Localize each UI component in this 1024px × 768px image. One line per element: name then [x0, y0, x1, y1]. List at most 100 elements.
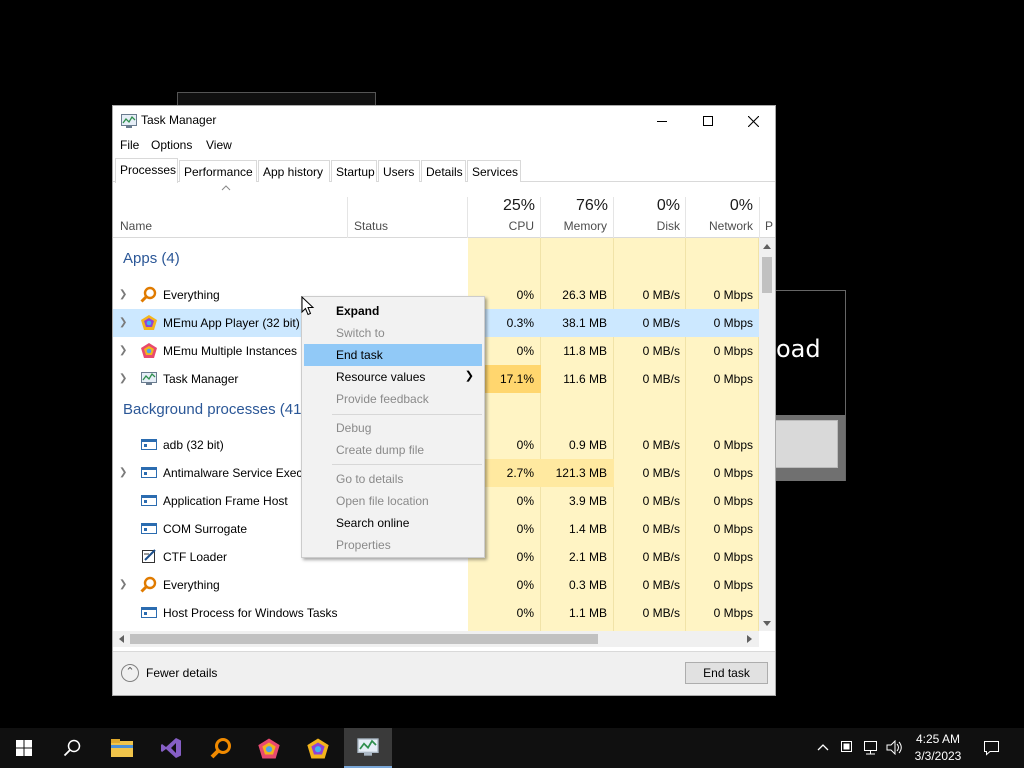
- disk-value: 0 MB/s: [642, 344, 680, 358]
- device-icon[interactable]: [840, 740, 853, 754]
- scroll-down-icon[interactable]: [763, 621, 771, 627]
- background-dialog-button[interactable]: [776, 420, 838, 468]
- menu-item-provide-feedback[interactable]: Provide feedback: [304, 388, 482, 410]
- vertical-scrollbar[interactable]: [759, 238, 775, 631]
- disk-value: 0 MB/s: [642, 316, 680, 330]
- expand-chevron-icon[interactable]: ❯: [119, 467, 127, 478]
- process-name: Antimalware Service Execu: [163, 466, 310, 480]
- menu-item-search-online[interactable]: Search online: [304, 512, 482, 534]
- menu-item-create-dump-file[interactable]: Create dump file: [304, 439, 482, 461]
- cpu-percent[interactable]: 25%: [473, 197, 535, 215]
- memory-value: 1.4 MB: [568, 522, 607, 536]
- tab-users[interactable]: Users: [378, 160, 420, 182]
- background-window-edge: [177, 92, 376, 106]
- tab-processes[interactable]: Processes: [115, 158, 178, 183]
- tab-startup[interactable]: Startup: [331, 160, 377, 182]
- desktop: oad Task Manager File Options View Proce…: [0, 0, 1024, 728]
- column-separator: [540, 197, 541, 238]
- memory-value: 11.6 MB: [563, 372, 607, 386]
- expand-chevron-icon[interactable]: ❯: [119, 579, 127, 590]
- notification-icon[interactable]: [983, 740, 1000, 756]
- column-network[interactable]: Network: [691, 219, 753, 233]
- tab-strip: Processes Performance App history Startu…: [113, 158, 775, 183]
- column-separator: [467, 197, 468, 238]
- menu-item-properties[interactable]: Properties: [304, 534, 482, 556]
- context-menu: Expand Switch to End task Resource value…: [301, 296, 485, 558]
- column-status[interactable]: Status: [354, 219, 388, 233]
- column-disk[interactable]: Disk: [619, 219, 680, 233]
- column-power-partial[interactable]: P: [765, 219, 775, 233]
- minimize-button[interactable]: [639, 106, 685, 136]
- tab-details[interactable]: Details: [421, 160, 466, 182]
- task-manager-icon: [121, 114, 137, 128]
- table-row[interactable]: ❯ Everything 0% 0.3 MB 0 MB/s 0 Mbps: [113, 571, 759, 599]
- network-value: 0 Mbps: [713, 578, 753, 592]
- tab-services[interactable]: Services: [467, 160, 521, 182]
- tab-performance[interactable]: Performance: [179, 160, 257, 182]
- column-header: Name Status 25% CPU 76% Memory 0% Disk 0…: [113, 182, 775, 238]
- cpu-value: 0%: [516, 578, 534, 592]
- menu-options[interactable]: Options: [151, 138, 192, 152]
- volume-icon[interactable]: [886, 740, 904, 755]
- fewer-details-link[interactable]: Fewer details: [146, 666, 217, 680]
- menu-item-go-to-details[interactable]: Go to details: [304, 468, 482, 490]
- maximize-icon: [703, 116, 713, 126]
- menu-item-debug[interactable]: Debug: [304, 417, 482, 439]
- disk-value: 0 MB/s: [642, 372, 680, 386]
- horizontal-scroll-thumb[interactable]: [130, 634, 598, 644]
- taskbar-everything[interactable]: [197, 728, 245, 768]
- chevron-up-icon[interactable]: [817, 743, 829, 751]
- column-name[interactable]: Name: [120, 219, 152, 233]
- start-button[interactable]: [0, 728, 48, 768]
- memory-value: 11.8 MB: [563, 344, 607, 358]
- process-window-icon: [141, 439, 157, 450]
- menu-item-open-file-location[interactable]: Open file location: [304, 490, 482, 512]
- title-bar[interactable]: Task Manager: [113, 106, 775, 136]
- expand-chevron-icon[interactable]: ❯: [119, 317, 127, 328]
- expand-chevron-icon[interactable]: ❯: [119, 345, 127, 356]
- memory-value: 38.1 MB: [562, 316, 607, 330]
- network-value: 0 Mbps: [713, 606, 753, 620]
- end-task-button[interactable]: End task: [685, 662, 768, 684]
- disk-percent[interactable]: 0%: [619, 197, 680, 215]
- chevron-up-circle-icon[interactable]: ⌃: [121, 664, 139, 682]
- table-row[interactable]: Host Process for Windows Tasks 0% 1.1 MB…: [113, 599, 759, 627]
- disk-value: 0 MB/s: [642, 438, 680, 452]
- window-title: Task Manager: [141, 113, 217, 127]
- maximize-button[interactable]: [685, 106, 731, 136]
- column-memory[interactable]: Memory: [546, 219, 607, 233]
- menu-item-expand[interactable]: Expand: [304, 300, 482, 322]
- horizontal-scrollbar[interactable]: [113, 631, 759, 647]
- menu-item-switch-to[interactable]: Switch to: [304, 322, 482, 344]
- taskbar-memu[interactable]: [294, 728, 342, 768]
- menu-item-end-task[interactable]: End task: [304, 344, 482, 366]
- clock-time: 4:25 AM: [915, 732, 961, 746]
- close-button[interactable]: [730, 106, 776, 136]
- scroll-up-icon[interactable]: [763, 243, 771, 249]
- scroll-left-icon[interactable]: [118, 635, 124, 643]
- vertical-scroll-thumb[interactable]: [762, 257, 772, 293]
- taskbar-file-explorer[interactable]: [98, 728, 146, 768]
- menu-file[interactable]: File: [120, 138, 139, 152]
- taskbar-visual-studio[interactable]: [147, 728, 195, 768]
- task-manager-icon: [357, 738, 379, 756]
- menu-view[interactable]: View: [206, 138, 232, 152]
- network-percent[interactable]: 0%: [691, 197, 753, 215]
- network-icon[interactable]: [863, 740, 881, 755]
- menu-item-resource-values[interactable]: Resource values ❯: [304, 366, 482, 388]
- minimize-icon: [657, 121, 667, 122]
- taskbar-clock[interactable]: 4:25 AM 3/3/2023: [905, 731, 971, 765]
- taskbar-memu-multi[interactable]: [245, 728, 293, 768]
- memory-percent[interactable]: 76%: [546, 197, 608, 215]
- scroll-right-icon[interactable]: [747, 635, 753, 643]
- menu-separator: [332, 414, 482, 415]
- tab-app-history[interactable]: App history: [258, 160, 330, 182]
- memu-multi-icon: [258, 738, 280, 758]
- process-name: Task Manager: [163, 372, 239, 386]
- column-cpu[interactable]: CPU: [473, 219, 534, 233]
- taskbar-task-manager[interactable]: [344, 728, 392, 768]
- search-button[interactable]: [48, 728, 96, 768]
- process-name: CTF Loader: [163, 550, 228, 564]
- expand-chevron-icon[interactable]: ❯: [119, 373, 127, 384]
- expand-chevron-icon[interactable]: ❯: [119, 289, 127, 300]
